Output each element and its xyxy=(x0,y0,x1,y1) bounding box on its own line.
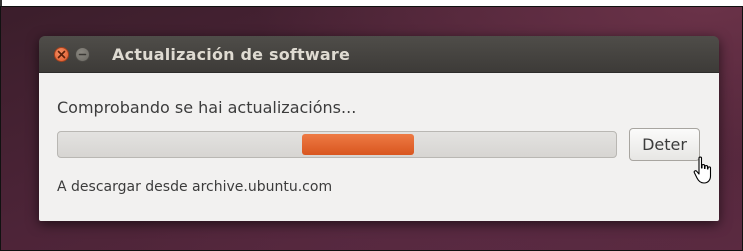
minimize-icon xyxy=(78,53,87,55)
window-title: Actualización de software xyxy=(112,44,351,64)
stop-button[interactable]: Deter xyxy=(629,128,700,161)
dialog-content: Comprobando se hai actualizacións... Det… xyxy=(39,72,719,221)
download-source-label: A descargar desde archive.ubuntu.com xyxy=(57,179,333,195)
progress-activity-pulse xyxy=(302,134,414,155)
window-minimize-button[interactable] xyxy=(75,46,90,62)
desktop-background: Actualización de software Comprobando se… xyxy=(0,6,743,251)
software-updater-window: Actualización de software Comprobando se… xyxy=(39,36,719,221)
hand-cursor-icon xyxy=(693,156,712,184)
window-close-button[interactable] xyxy=(54,46,69,62)
close-icon xyxy=(57,50,66,58)
progress-bar xyxy=(57,131,617,158)
window-titlebar[interactable]: Actualización de software xyxy=(39,36,719,72)
checking-status-label: Comprobando se hai actualizacións... xyxy=(57,98,357,117)
